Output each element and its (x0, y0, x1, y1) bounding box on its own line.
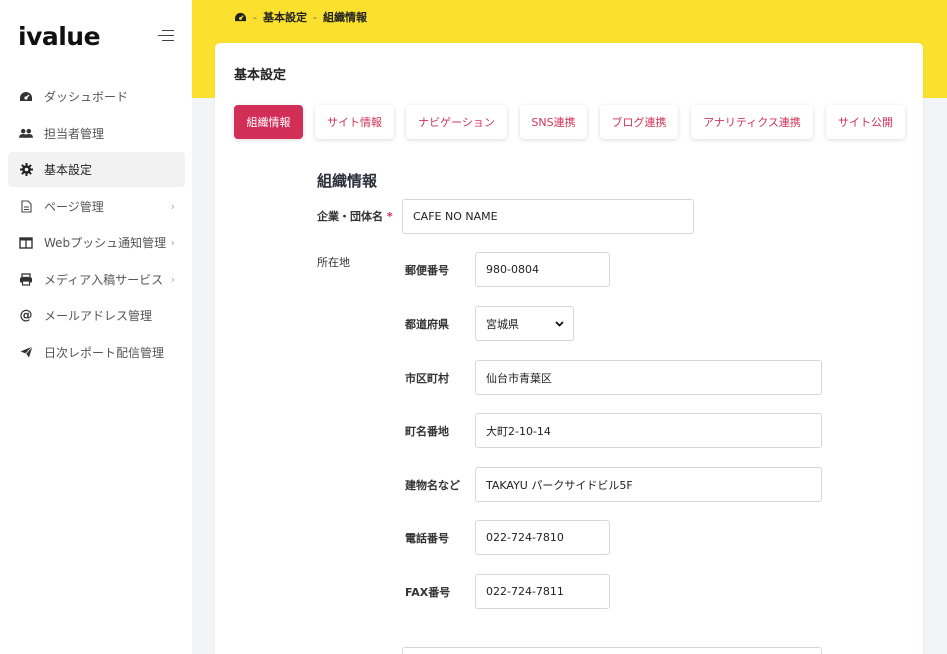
sidebar-collapse-icon[interactable] (158, 30, 174, 42)
chevron-right-icon: › (170, 199, 175, 213)
tab-blog[interactable]: ブログ連携 (600, 105, 678, 139)
sidebar-item-media[interactable]: メディア入稿サービス › (8, 262, 185, 297)
company-label-text: 企業・団体名 (317, 210, 383, 223)
sidebar-item-label: メールアドレス管理 (44, 309, 153, 323)
tab-analytics[interactable]: アナリティクス連携 (691, 105, 813, 139)
sidebar-item-email[interactable]: @ メールアドレス管理 (8, 298, 185, 333)
breadcrumb-separator: - (253, 10, 257, 24)
prefecture-select[interactable]: 宮城県 (475, 306, 574, 341)
breadcrumb-basic-settings[interactable]: 基本設定 (263, 9, 307, 25)
postal-code-input[interactable]: 980-0804 (475, 252, 610, 287)
sidebar-item-pages[interactable]: ページ管理 › (8, 189, 185, 224)
sidebar-item-label: Webプッシュ通知管理 (44, 236, 167, 250)
sidebar-item-webpush[interactable]: Webプッシュ通知管理 › (8, 225, 185, 260)
tab-navigation[interactable]: ナビゲーション (406, 105, 507, 139)
sidebar-item-label: ページ管理 (44, 199, 104, 214)
dashboard-gauge-icon[interactable] (234, 12, 247, 23)
paper-plane-icon (19, 345, 33, 359)
phone-input[interactable]: 022-724-7810 (475, 520, 610, 555)
sidebar-item-label: 日次レポート配信管理 (44, 345, 165, 360)
tab-publish[interactable]: サイト公開 (826, 105, 905, 139)
app-logo[interactable]: ivalue (18, 22, 101, 51)
sidebar-item-staff[interactable]: 担当者管理 (8, 116, 185, 151)
prefecture-value: 宮城県 (486, 317, 519, 331)
city-input[interactable]: 仙台市青葉区 (475, 360, 822, 395)
gear-icon (19, 163, 33, 177)
building-input[interactable]: TAKAYU パークサイドビル5F (475, 467, 822, 502)
sidebar-item-label: ダッシュボード (44, 90, 129, 104)
printer-icon (19, 272, 33, 286)
sidebar-item-label: メディア入稿サービス (44, 272, 164, 287)
sidebar: ivalue ダッシュボード 担当者管理 基本設定 ページ管理 › Webプッシ… (0, 0, 192, 654)
chevron-right-icon: › (170, 272, 175, 286)
card-title: 基本設定 (234, 68, 287, 83)
users-icon (19, 126, 33, 140)
tab-sns[interactable]: SNS連携 (520, 105, 587, 139)
breadcrumb-current: 組織情報 (322, 11, 367, 24)
tab-organization[interactable]: 組織情報 (234, 105, 303, 139)
required-mark: * (386, 210, 393, 223)
dashboard-gauge-icon (19, 90, 33, 104)
street-input[interactable]: 大町2-10-14 (475, 413, 822, 448)
tab-site-info[interactable]: サイト情報 (315, 105, 394, 139)
prefecture-label: 都道府県 (405, 318, 449, 331)
document-icon (19, 199, 33, 213)
sidebar-item-basic-settings[interactable]: 基本設定 (8, 152, 185, 187)
settings-card: 基本設定 組織情報 サイト情報 ナビゲーション SNS連携 ブログ連携 アナリテ… (215, 43, 923, 654)
sidebar-nav: ダッシュボード 担当者管理 基本設定 ページ管理 › Webプッシュ通知管理 ›… (8, 79, 185, 371)
city-label: 市区町村 (405, 372, 449, 385)
address-label: 所在地 (317, 256, 350, 269)
sidebar-item-label: 基本設定 (44, 163, 93, 177)
phone-label: 電話番号 (405, 532, 449, 545)
at-sign-icon: @ (19, 308, 33, 323)
columns-icon (19, 236, 33, 250)
building-label: 建物名など (405, 479, 460, 492)
company-name-input[interactable]: CAFE NO NAME (402, 199, 694, 234)
sidebar-item-daily-report[interactable]: 日次レポート配信管理 (8, 335, 185, 370)
street-label: 町名番地 (405, 425, 449, 438)
fax-label: FAX番号 (405, 586, 451, 599)
breadcrumb-separator: - (312, 10, 317, 24)
postal-label: 郵便番号 (405, 264, 449, 277)
breadcrumb: - 基本設定 - 組織情報 (234, 9, 367, 25)
section-title: 組織情報 (317, 172, 378, 190)
fax-input[interactable]: 022-724-7811 (475, 574, 610, 609)
sidebar-item-dashboard[interactable]: ダッシュボード (8, 79, 185, 114)
chevron-right-icon: › (170, 236, 175, 249)
chevron-down-icon (555, 321, 564, 327)
next-field-input[interactable] (402, 647, 822, 654)
company-label: 企業・団体名 * (317, 208, 393, 224)
sidebar-item-label: 担当者管理 (44, 126, 105, 141)
